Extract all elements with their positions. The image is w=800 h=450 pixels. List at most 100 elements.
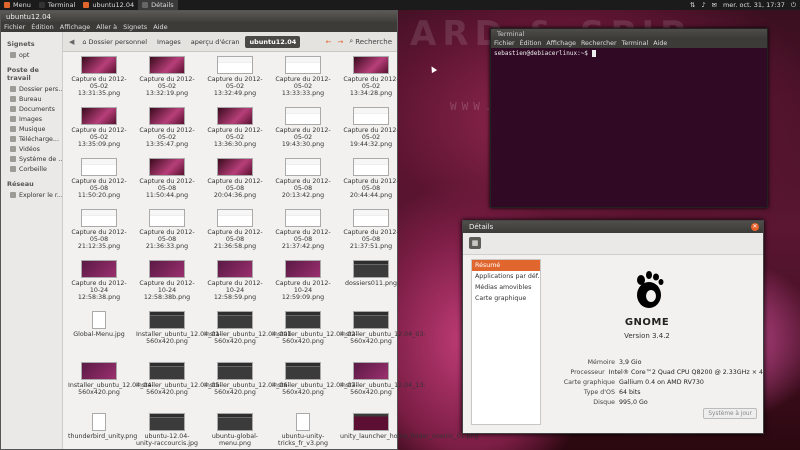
file-item[interactable]: Capture du 2012-10-24 12:58:38.png: [67, 260, 131, 308]
file-item[interactable]: Capture du 2012-05-08 11:50:20.png: [67, 158, 131, 206]
file-item[interactable]: Installer_ubuntu_12.04_06-560x420.png: [203, 362, 290, 410]
file-item[interactable]: Installer_ubuntu_12.04_13-560x420.png: [339, 362, 426, 410]
sidebar-item[interactable]: Dossier pers...: [1, 84, 62, 94]
file-item[interactable]: Capture du 2012-05-02 19:43:30.png: [271, 107, 335, 155]
file-item[interactable]: Installer_ubuntu_12.04_001-560x420.png: [203, 311, 294, 359]
terminal-menu-item[interactable]: Terminal: [622, 40, 649, 47]
file-item[interactable]: Global-Menu.jpg: [67, 311, 131, 359]
breadcrumb-item[interactable]: Images: [153, 36, 185, 48]
menu-item[interactable]: Aller à: [96, 23, 117, 31]
file-item[interactable]: Capture du 2012-05-08 20:04:36.png: [203, 158, 267, 206]
file-item[interactable]: Capture du 2012-05-02 13:32:49.png: [203, 56, 267, 104]
file-name: Capture du 2012-05-02 13:32:49.png: [207, 76, 263, 98]
path-bar: ◀ ⌂ Dossier personnel Images aperçu d'écran…: [63, 32, 397, 52]
sidebar-item[interactable]: Vidéos: [1, 144, 62, 154]
sidebar-item[interactable]: Télécharge...: [1, 134, 62, 144]
file-item[interactable]: ubuntu-global-menu.png: [203, 413, 267, 450]
sidebar-item[interactable]: Documents: [1, 104, 62, 114]
details-section-item[interactable]: Carte graphique: [472, 293, 540, 304]
file-item[interactable]: Installer_ubuntu_12.04_03-560x420.png: [339, 311, 426, 359]
file-item[interactable]: Capture du 2012-05-02 13:32:19.png: [135, 56, 199, 104]
taskbar-item[interactable]: ubuntu12.04: [79, 0, 138, 10]
file-item[interactable]: Capture du 2012-05-08 11:50:44.png: [135, 158, 199, 206]
file-item[interactable]: Installer_ubuntu_12.04_07-560x420.png: [271, 362, 358, 410]
file-item[interactable]: Installer_ubuntu_12.04_02-560x420.png: [271, 311, 358, 359]
file-item[interactable]: ubuntu-unity-tricks_fr_v3.png: [271, 413, 335, 450]
sidebar-item[interactable]: Musique: [1, 124, 62, 134]
menu-item[interactable]: Fichier: [4, 23, 25, 31]
places-sidebar: Signets opt Poste de travail Dossier pers..…: [1, 32, 63, 449]
file-item[interactable]: Installer_ubuntu_12.04_05-560x420.png: [135, 362, 222, 410]
file-item[interactable]: Capture du 2012-05-08 21:36:33.png: [135, 209, 199, 257]
file-item[interactable]: Capture du 2012-05-08 21:12:35.png: [67, 209, 131, 257]
breadcrumb-item[interactable]: ubuntu12.04: [245, 35, 301, 48]
file-name: Capture du 2012-05-08 21:12:35.png: [71, 229, 127, 251]
terminal-output[interactable]: sebastien@debiacerlinux:~$: [491, 48, 767, 59]
menu-item[interactable]: Aide: [153, 23, 167, 31]
file-manager-titlebar[interactable]: ubuntu12.04: [1, 11, 397, 22]
file-item[interactable]: Installer_ubuntu_12.04_04-560x420.png: [67, 362, 154, 410]
taskbar-item[interactable]: Détails: [138, 0, 178, 10]
breadcrumb-item[interactable]: aperçu d'écran: [187, 36, 244, 48]
file-item[interactable]: Capture du 2012-10-24 12:59:09.png: [271, 260, 335, 308]
file-item[interactable]: Capture du 2012-05-02 13:35:09.png: [67, 107, 131, 155]
file-item[interactable]: Capture du 2012-05-08 21:37:51.png: [339, 209, 403, 257]
clock[interactable]: mer. oct. 31, 17:37: [723, 1, 785, 9]
close-button[interactable]: ✕: [751, 223, 759, 231]
terminal-menu-item[interactable]: Aide: [653, 40, 667, 47]
update-button[interactable]: Système à jour: [703, 408, 757, 419]
file-item[interactable]: dossiers011.png: [339, 260, 403, 308]
file-item[interactable]: thunderbird_unity.png: [67, 413, 137, 450]
file-name: Capture du 2012-05-08 11:50:44.png: [139, 178, 195, 200]
file-thumbnail: [81, 107, 117, 125]
menu-button[interactable]: Menu: [0, 0, 35, 10]
terminal-menu-item[interactable]: Rechercher: [581, 40, 617, 47]
file-item[interactable]: Capture du 2012-05-08 20:44:44.png: [339, 158, 403, 206]
file-item[interactable]: unity_launcher_home_folder_oneiric_01.pn…: [339, 413, 479, 450]
back-arrow-icon[interactable]: ←: [326, 38, 332, 46]
file-item[interactable]: Capture du 2012-05-02 13:33:33.png: [271, 56, 335, 104]
file-item[interactable]: Capture du 2012-05-02 13:34:28.png: [339, 56, 403, 104]
network-icon[interactable]: ⇅: [690, 1, 695, 9]
sidebar-item[interactable]: Explorer le r...: [1, 190, 62, 200]
file-item[interactable]: Capture du 2012-05-08 21:37:42.png: [271, 209, 335, 257]
terminal-menu-item[interactable]: Édition: [520, 40, 542, 47]
sidebar-item[interactable]: Système de ...: [1, 154, 62, 164]
file-name: Capture du 2012-05-02 13:35:47.png: [139, 127, 195, 149]
file-item[interactable]: Capture du 2012-05-02 13:31:35.png: [67, 56, 131, 104]
terminal-titlebar[interactable]: Terminal: [491, 29, 767, 39]
forward-arrow-icon[interactable]: →: [337, 38, 343, 46]
search-button[interactable]: ⌕ Recherche: [349, 37, 392, 46]
file-item[interactable]: Installer_ubuntu_12.04_01-560x420.png: [135, 311, 222, 359]
file-item[interactable]: Capture du 2012-10-24 12:58:38b.png: [135, 260, 199, 308]
all-settings-button[interactable]: ▦: [469, 237, 481, 249]
taskbar-item[interactable]: Terminal: [35, 0, 79, 10]
power-icon[interactable]: ⏻: [791, 1, 796, 10]
file-thumbnail: [81, 209, 117, 227]
file-item[interactable]: Capture du 2012-05-08 20:13:42.png: [271, 158, 335, 206]
details-titlebar[interactable]: Détails: [463, 221, 763, 233]
file-item[interactable]: Capture du 2012-05-02 13:35:47.png: [135, 107, 199, 155]
breadcrumb-item[interactable]: ⌂ Dossier personnel: [78, 36, 151, 48]
file-item[interactable]: Capture du 2012-10-24 12:58:59.png: [203, 260, 267, 308]
file-item[interactable]: Capture du 2012-05-02 13:36:30.png: [203, 107, 267, 155]
file-item[interactable]: Capture du 2012-05-02 19:44:32.png: [339, 107, 403, 155]
terminal-menu-item[interactable]: Affichage: [546, 40, 576, 47]
volume-icon[interactable]: ♪: [701, 1, 705, 9]
details-section-item[interactable]: Applications par déf...: [472, 271, 540, 282]
sidebar-item[interactable]: Bureau: [1, 94, 62, 104]
mail-icon[interactable]: ✉: [711, 1, 716, 9]
details-section-item[interactable]: Médias amovibles: [472, 282, 540, 293]
menu-item[interactable]: Édition: [31, 23, 54, 31]
sidebar-item[interactable]: Corbeille: [1, 164, 62, 174]
chevron-left-icon[interactable]: ◀: [67, 38, 76, 46]
details-section-item[interactable]: Résumé: [472, 260, 540, 271]
menu-item[interactable]: Signets: [123, 23, 147, 31]
file-item[interactable]: ubuntu-12.04-unity-raccourcis.jpg: [135, 413, 199, 450]
terminal-menu-item[interactable]: Fichier: [494, 40, 515, 47]
taskbar: Terminal ubuntu12.04 Détails: [35, 0, 178, 10]
sidebar-item[interactable]: opt: [1, 50, 62, 60]
menu-item[interactable]: Affichage: [60, 23, 91, 31]
sidebar-item[interactable]: Images: [1, 114, 62, 124]
file-item[interactable]: Capture du 2012-05-08 21:36:58.png: [203, 209, 267, 257]
